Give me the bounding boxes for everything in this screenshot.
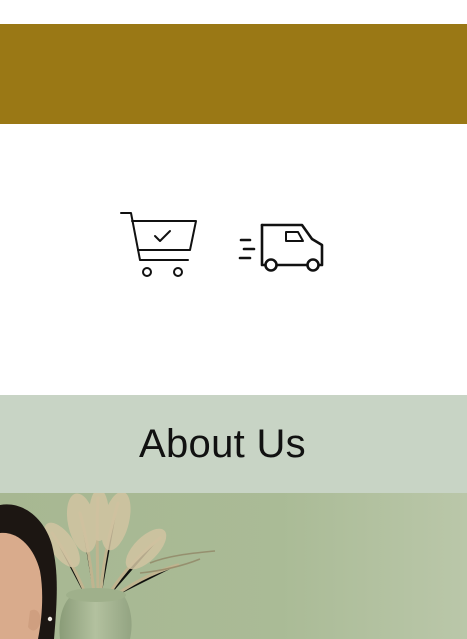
about-us-title: About Us	[139, 422, 306, 466]
features-section	[0, 124, 467, 395]
page: About Us	[0, 0, 467, 639]
delivery-truck-icon	[236, 220, 328, 272]
about-us-band: About Us	[0, 395, 467, 493]
about-us-photo	[0, 493, 467, 639]
brand-color-banner	[0, 24, 467, 124]
shopping-cart-check-icon	[118, 210, 200, 282]
top-spacer	[0, 0, 467, 24]
